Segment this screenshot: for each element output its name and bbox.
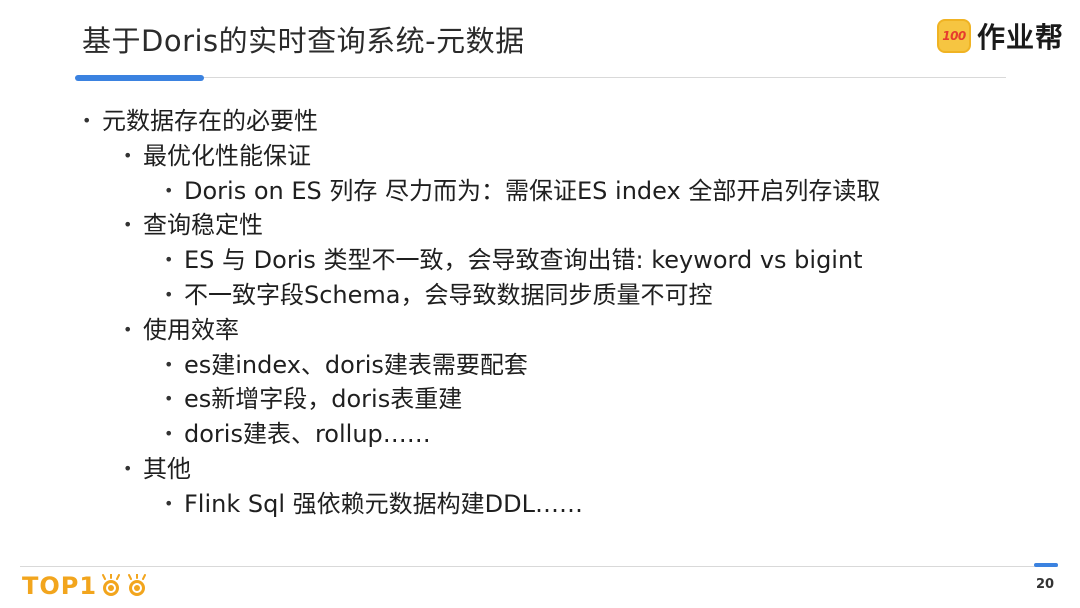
footer-accent-bar <box>1034 563 1058 567</box>
bullet-item: • 查询稳定性 <box>82 208 1042 243</box>
page-title: 基于Doris的实时查询系统-元数据 <box>82 24 525 58</box>
bullet-dot-icon: • <box>164 250 174 270</box>
bullet-item: • es建index、doris建表需要配套 <box>82 348 1042 383</box>
bullet-dot-icon: • <box>164 284 174 304</box>
bullet-text: Flink Sql 强依赖元数据构建DDL…… <box>184 489 583 518</box>
page-number: 20 <box>1035 577 1055 592</box>
bullet-text: ES 与 Doris 类型不一致，会导致查询出错: keyword vs big… <box>184 246 863 275</box>
bullet-text: 其他 <box>143 454 191 483</box>
bullet-text: 使用效率 <box>143 315 239 344</box>
brand-logo: 100 作业帮 <box>937 16 1064 56</box>
brand-badge-icon: 100 <box>937 19 971 53</box>
bullet-text: 元数据存在的必要性 <box>102 107 318 135</box>
bullet-list: • 元数据存在的必要性 • 最优化性能保证 • Doris on ES 列存 尽力而为… <box>82 104 1042 522</box>
bullet-text: 最优化性能保证 <box>143 141 311 170</box>
bullet-text: es新增字段，doris表重建 <box>184 385 463 414</box>
bullet-dot-icon: • <box>123 319 133 339</box>
bullet-item: • es新增字段，doris表重建 <box>82 382 1042 417</box>
title-divider <box>75 77 1006 78</box>
footer-divider <box>20 566 1058 567</box>
bullet-item: • 其他 <box>82 452 1042 487</box>
bullet-dot-icon: • <box>123 215 133 235</box>
slide: 基于Doris的实时查询系统-元数据 100 作业帮 • 元数据存在的必要性 • 最… <box>0 0 1080 608</box>
bullet-dot-icon: • <box>164 424 174 444</box>
bullet-dot-icon: • <box>123 458 133 478</box>
bullet-text: 不一致字段Schema，会导致数据同步质量不可控 <box>184 280 713 309</box>
bullet-dot-icon: • <box>164 354 174 374</box>
eyes-mascot-icon <box>102 574 147 596</box>
bullet-dot-icon: • <box>123 145 133 165</box>
bullet-item: • Doris on ES 列存 尽力而为：需保证ES index 全部开启列存读… <box>82 174 1042 209</box>
bullet-dot-icon: • <box>164 180 174 200</box>
bullet-item: • 不一致字段Schema，会导致数据同步质量不可控 <box>82 278 1042 313</box>
bullet-dot-icon: • <box>164 493 174 513</box>
brand-badge-text: 100 <box>942 29 966 43</box>
bullet-item: • doris建表、rollup…… <box>82 417 1042 452</box>
bullet-text: es建index、doris建表需要配套 <box>184 350 528 379</box>
bullet-item: • Flink Sql 强依赖元数据构建DDL…… <box>82 487 1042 522</box>
bullet-item: • 使用效率 <box>82 313 1042 348</box>
title-accent-bar <box>75 75 204 81</box>
bullet-dot-icon: • <box>82 111 92 130</box>
bullet-dot-icon: • <box>164 389 174 409</box>
bullet-text: doris建表、rollup…… <box>184 420 431 449</box>
bullet-item: • ES 与 Doris 类型不一致，会导致查询出错: keyword vs bi… <box>82 243 1042 278</box>
footer-logo: TOP1 <box>22 572 151 600</box>
footer-logo-text: TOP1 <box>22 572 98 600</box>
bullet-item: • 元数据存在的必要性 <box>82 104 1042 139</box>
brand-name: 作业帮 <box>977 21 1065 54</box>
bullet-item: • 最优化性能保证 <box>82 139 1042 174</box>
bullet-text: Doris on ES 列存 尽力而为：需保证ES index 全部开启列存读取 <box>184 176 881 205</box>
bullet-text: 查询稳定性 <box>143 211 263 240</box>
